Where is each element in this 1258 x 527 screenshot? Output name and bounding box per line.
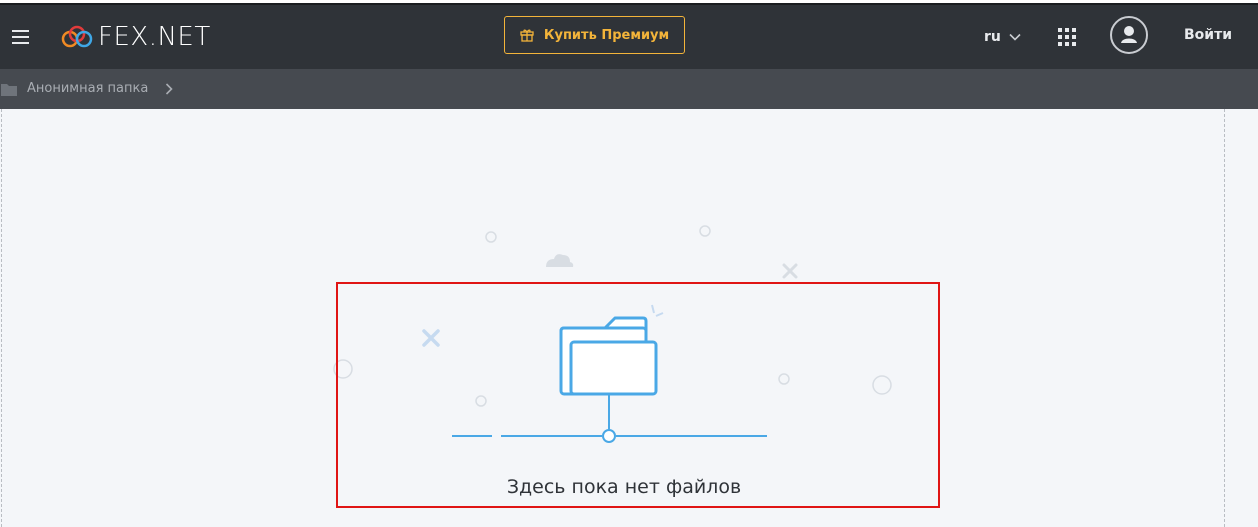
logo-text: FEX.NET — [98, 22, 211, 52]
language-selector[interactable]: ru — [984, 27, 1021, 47]
buy-premium-label: Купить Премиум — [543, 27, 670, 43]
hamburger-icon[interactable] — [12, 30, 30, 44]
fex-logo[interactable]: FEX.NET — [60, 21, 211, 53]
empty-message: Здесь пока нет файлов — [506, 476, 742, 498]
apps-grid-icon[interactable] — [1058, 28, 1076, 46]
language-label: ru — [984, 29, 1001, 45]
cloud-logo-icon — [61, 25, 93, 48]
breadcrumb: Анонимная папка — [0, 69, 1258, 109]
login-link[interactable]: Войти — [1184, 27, 1232, 43]
breadcrumb-folder-label[interactable]: Анонимная папка — [27, 81, 148, 96]
file-area: Здесь пока нет файлов — [0, 109, 1258, 527]
highlight-frame — [336, 282, 940, 508]
folder-icon — [1, 84, 17, 96]
buy-premium-button[interactable]: Купить Премиум — [504, 16, 685, 54]
top-header: FEX.NET Купить Премиум ru Войти — [0, 5, 1258, 69]
chevron-down-icon — [1009, 33, 1021, 41]
gift-icon — [520, 29, 534, 42]
chevron-right-icon[interactable] — [165, 83, 173, 95]
user-avatar-icon[interactable] — [1110, 16, 1148, 54]
